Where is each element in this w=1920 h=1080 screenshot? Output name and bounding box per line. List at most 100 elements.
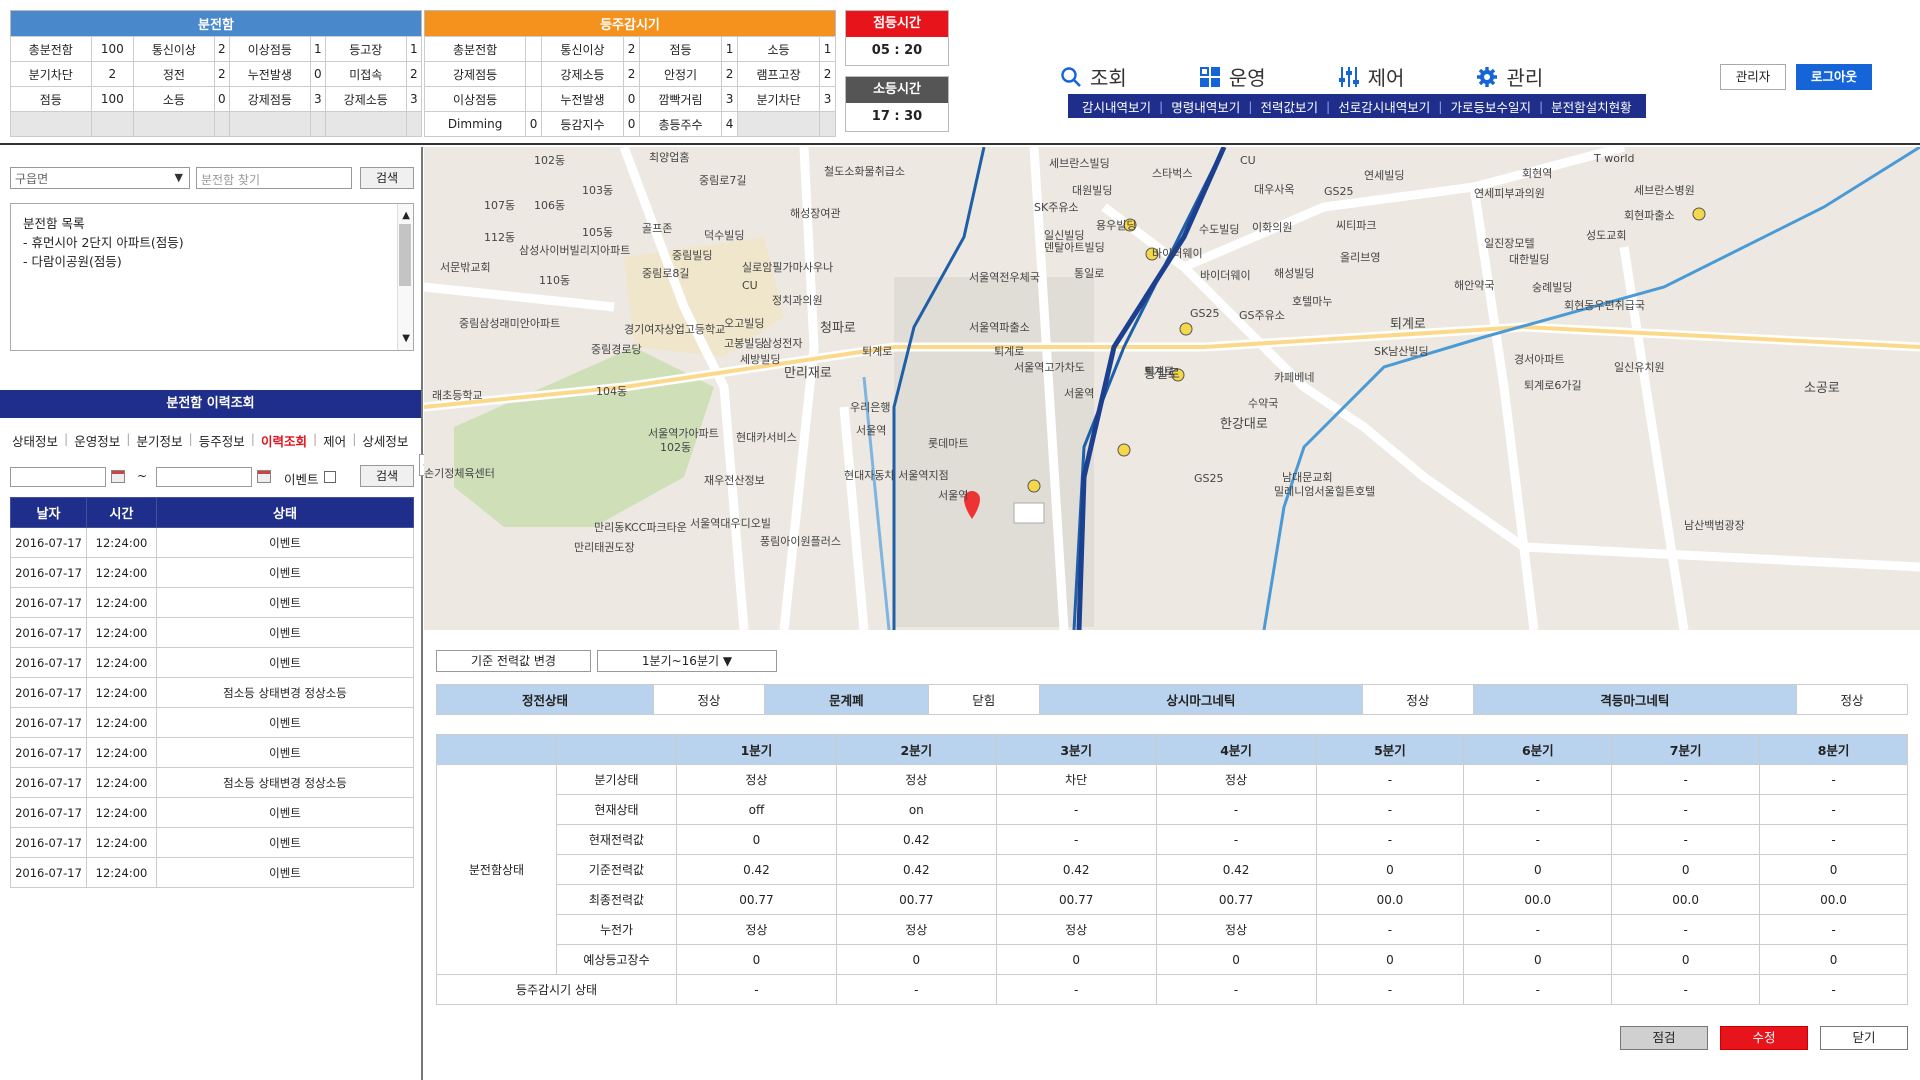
tab-control[interactable]: 제어 [323, 431, 352, 450]
summary-label: 강제소등 [540, 61, 625, 87]
summary-row: 이상점등 누전발생 0 깜빡거림 3 분기차단 3 [423, 86, 836, 112]
start-date-input[interactable] [10, 467, 106, 487]
history-date: 2016-07-17 [10, 617, 87, 648]
subnav-monitor-history[interactable]: 감시내역보기 [1074, 97, 1159, 116]
map-label: T world [1594, 152, 1635, 165]
quarter-value: off [676, 794, 837, 825]
end-date-input[interactable] [156, 467, 252, 487]
subnav-line-monitor[interactable]: 선로감시내역보기 [1330, 97, 1438, 116]
summary-label: 소등 [133, 86, 215, 112]
subnav-repair-log[interactable]: 가로등보수일지 [1442, 97, 1539, 116]
table-row[interactable]: 2016-07-17 12:24:00 이벤트 [10, 587, 414, 618]
quarter-value: 00.0 [1315, 884, 1465, 915]
col-status: 상태 [156, 497, 414, 528]
subnav-command-history[interactable]: 명령내역보기 [1163, 97, 1248, 116]
row-label: 누전가 [556, 914, 677, 945]
map-label: 통일로 [1144, 367, 1180, 382]
summary-count: 3 [819, 86, 836, 112]
table-row: 현재상태 off on - - - - - - [437, 794, 1908, 825]
summary-label: 이상점등 [229, 36, 311, 62]
table-row[interactable]: 2016-07-17 12:24:00 이벤트 [10, 737, 414, 768]
map-label: 남산백범광장 [1684, 519, 1745, 532]
quarter-value: - [1315, 914, 1465, 945]
quarter-value: 0 [1463, 944, 1613, 975]
summary-label: 누전발생 [229, 61, 311, 87]
table-row[interactable]: 2016-07-17 12:24:00 이벤트 [10, 557, 414, 588]
map-label: 현대카서비스 [736, 431, 797, 444]
summary-label: 강제점등 [229, 86, 311, 112]
scroll-down-icon[interactable]: ▼ [402, 329, 410, 348]
district-select[interactable]: 구읍면 ▼ [10, 167, 190, 189]
map-label: 용우빌딩 [1096, 219, 1137, 232]
map-label: 통일로 [1074, 267, 1105, 280]
quarter-range-select[interactable]: 1분기~16분기 ▼ [597, 650, 777, 672]
table-row[interactable]: 2016-07-17 12:24:00 이벤트 [10, 707, 414, 738]
tab-history[interactable]: 이력조회 [261, 431, 313, 450]
table-row[interactable]: 2016-07-17 12:24:00 이벤트 [10, 617, 414, 648]
subnav-install-status[interactable]: 분전함설치현황 [1543, 97, 1640, 116]
history-search-button[interactable]: 검색 [360, 465, 414, 487]
table-row[interactable]: 2016-07-17 12:24:00 이벤트 [10, 827, 414, 858]
admin-button[interactable]: 관리자 [1720, 64, 1786, 90]
table-row[interactable]: 2016-07-17 12:24:00 이벤트 [10, 857, 414, 888]
map-view[interactable]: 최양업홈 철도소화물취급소 세브란스빌딩 스타벅스 CU 연세빌딩 회현역 T … [424, 147, 1920, 630]
summary-label: Dimming [423, 111, 527, 137]
map-label: GS25 [1324, 185, 1354, 198]
event-checkbox[interactable] [324, 471, 336, 483]
map-label: 철도소화물취급소 [824, 165, 905, 178]
quarter-header: 6분기 [1463, 734, 1613, 765]
board-search-input[interactable]: 분전함 찾기 [196, 167, 352, 189]
map-label: 덴탈아트빌딩 [1044, 241, 1105, 254]
table-row[interactable]: 2016-07-17 12:24:00 점소등 상태변경 정상소등 [10, 767, 414, 798]
row-label: 최종전력값 [556, 884, 677, 915]
logout-button[interactable]: 로그아웃 [1796, 64, 1872, 90]
edit-button[interactable]: 수정 [1720, 1026, 1808, 1050]
summary-label: 분기차단 [736, 86, 821, 112]
nav-control[interactable]: 제어 [1338, 62, 1404, 91]
table-row[interactable]: 2016-07-17 12:24:00 이벤트 [10, 647, 414, 678]
map-label: 수도빌딩 [1199, 223, 1240, 236]
summary-count: 2 [623, 61, 640, 87]
tab-detail-info[interactable]: 상세정보 [362, 431, 414, 450]
list-item[interactable]: - 휴먼시아 2단지 아파트(점등) [23, 233, 401, 252]
quarter-value: - [1759, 794, 1908, 825]
list-scrollbar[interactable]: ▲ ▼ [397, 204, 413, 350]
history-date: 2016-07-17 [10, 737, 87, 768]
table-row[interactable]: 2016-07-17 12:24:00 이벤트 [10, 797, 414, 828]
calendar-icon[interactable] [257, 470, 271, 483]
nav-management[interactable]: 관리 [1476, 62, 1543, 91]
nav-search[interactable]: 조회 [1060, 62, 1127, 91]
map-label: 퇴계로 [1390, 317, 1426, 332]
tab-branch-info[interactable]: 분기정보 [136, 431, 188, 450]
tab-separator: | [64, 431, 69, 446]
nav-operation[interactable]: 운영 [1199, 62, 1266, 91]
summary-row: 분기차단 2 정전 2 누전발생 0 미접속 2 [10, 61, 423, 87]
history-status: 점소등 상태변경 정상소등 [156, 767, 414, 798]
quarter-value: 0 [1611, 944, 1761, 975]
row-label: 현재전력값 [556, 824, 677, 855]
map-label: 성도교회 [1586, 229, 1627, 242]
board-search-button[interactable]: 검색 [360, 167, 414, 189]
list-item[interactable]: - 다람이공원(점등) [23, 252, 401, 271]
scroll-up-icon[interactable]: ▲ [402, 206, 410, 225]
quarter-value: 0.42 [1155, 854, 1317, 885]
table-row[interactable]: 2016-07-17 12:24:00 이벤트 [10, 527, 414, 558]
map-label: 102동 [660, 441, 692, 454]
map-label: 해성빌딩 [1274, 267, 1315, 280]
change-reference-power-button[interactable]: 기준 전력값 변경 [436, 650, 591, 672]
summary-count: 0 [623, 86, 640, 112]
tab-pole-info[interactable]: 등주정보 [199, 431, 251, 450]
table-row[interactable]: 2016-07-17 12:24:00 점소등 상태변경 정상소등 [10, 677, 414, 708]
tab-status-info[interactable]: 상태정보 [12, 431, 64, 450]
left-panel: 구읍면 ▼ 분전함 찾기 검색 분전함 목록 - 휴먼시아 2단지 아파트(점등)… [0, 147, 423, 1080]
scroll-thumb[interactable] [399, 224, 411, 286]
tab-operation-info[interactable]: 운영정보 [74, 431, 126, 450]
calendar-icon[interactable] [111, 470, 125, 483]
off-time-value: 17 : 30 [871, 109, 923, 124]
check-button[interactable]: 점검 [1620, 1026, 1708, 1050]
summary-count [90, 111, 135, 137]
subnav-power-values[interactable]: 전력값보기 [1252, 97, 1326, 116]
history-status: 이벤트 [156, 827, 414, 858]
summary-count: 2 [405, 61, 423, 87]
close-button[interactable]: 닫기 [1820, 1026, 1908, 1050]
